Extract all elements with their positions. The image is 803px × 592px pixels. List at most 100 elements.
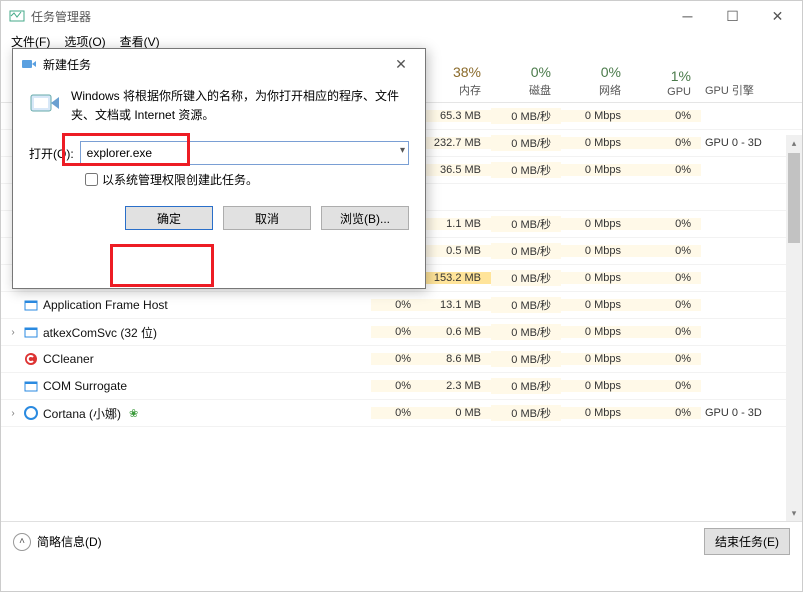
dialog-titlebar: 新建任务 ✕	[13, 49, 425, 79]
process-icon	[23, 324, 39, 340]
gpu-cell: 0%	[631, 380, 701, 392]
memory-cell: 232.7 MB	[421, 137, 491, 149]
run-icon	[21, 56, 37, 72]
minimize-button[interactable]: ─	[665, 2, 710, 30]
vertical-scrollbar[interactable]: ▴ ▾	[786, 135, 802, 521]
scroll-thumb[interactable]	[788, 153, 800, 243]
memory-cell: 65.3 MB	[421, 110, 491, 122]
network-cell: 0 Mbps	[561, 137, 631, 149]
footer: ˄ 简略信息(D) 结束任务(E)	[1, 521, 802, 561]
col-gpu-engine[interactable]: GPU 引擎	[701, 64, 802, 98]
admin-checkbox[interactable]	[85, 173, 98, 186]
gpu-cell: 0%	[631, 272, 701, 284]
process-name: Cortana (小娜)	[43, 405, 121, 422]
disk-label: 磁盘	[491, 82, 551, 98]
memory-cell: 0.5 MB	[421, 245, 491, 257]
memory-cell: 153.2 MB	[421, 272, 491, 284]
scroll-up-arrow[interactable]: ▴	[786, 135, 802, 151]
cpu-cell: 0%	[371, 299, 421, 311]
col-memory[interactable]: 38% 内存	[421, 64, 491, 98]
process-name: Application Frame Host	[43, 298, 168, 312]
brief-info-label[interactable]: 简略信息(D)	[37, 533, 102, 550]
network-cell: 0 Mbps	[561, 380, 631, 392]
disk-cell: 0 MB/秒	[491, 351, 561, 367]
disk-pct: 0%	[491, 64, 551, 80]
memory-cell: 1.1 MB	[421, 218, 491, 230]
network-cell: 0 Mbps	[561, 272, 631, 284]
window-title: 任务管理器	[31, 8, 665, 25]
cpu-cell: 0%	[371, 380, 421, 392]
col-disk[interactable]: 0% 磁盘	[491, 64, 561, 98]
titlebar: 任务管理器 ─ ☐ ✕	[1, 1, 802, 31]
col-gpu[interactable]: 1% GPU	[631, 68, 701, 98]
network-cell: 0 Mbps	[561, 110, 631, 122]
open-input[interactable]	[80, 141, 409, 165]
gpu-label: GPU	[631, 86, 691, 98]
gpu-cell: 0%	[631, 218, 701, 230]
disk-cell: 0 MB/秒	[491, 324, 561, 340]
disk-cell: 0 MB/秒	[491, 135, 561, 151]
network-pct: 0%	[561, 64, 621, 80]
new-task-dialog: 新建任务 ✕ Windows 将根据你所键入的名称，为你打开相应的程序、文件夹、…	[12, 48, 426, 289]
disk-cell: 0 MB/秒	[491, 270, 561, 286]
gpu-cell: 0%	[631, 245, 701, 257]
network-cell: 0 Mbps	[561, 326, 631, 338]
process-name: COM Surrogate	[43, 379, 127, 393]
memory-cell: 8.6 MB	[421, 353, 491, 365]
app-icon	[9, 8, 25, 24]
dialog-close-button[interactable]: ✕	[381, 50, 421, 78]
disk-cell: 0 MB/秒	[491, 216, 561, 232]
memory-cell: 2.3 MB	[421, 380, 491, 392]
dialog-title: 新建任务	[43, 56, 381, 73]
maximize-button[interactable]: ☐	[710, 2, 755, 30]
expand-icon[interactable]: ›	[7, 327, 19, 338]
process-name: atkexComSvc (32 位)	[43, 324, 157, 341]
process-icon	[23, 297, 39, 313]
memory-cell: 13.1 MB	[421, 299, 491, 311]
table-row[interactable]: ›CCleaner0%8.6 MB0 MB/秒0 Mbps0%	[1, 346, 802, 373]
network-cell: 0 Mbps	[561, 407, 631, 419]
dialog-buttons: 确定 取消 浏览(B)...	[13, 188, 425, 244]
process-name-cell: ›COM Surrogate	[1, 378, 371, 394]
dialog-message: Windows 将根据你所键入的名称，为你打开相应的程序、文件夹、文档或 Int…	[71, 87, 409, 125]
table-row[interactable]: ›Application Frame Host0%13.1 MB0 MB/秒0 …	[1, 292, 802, 319]
process-name-cell: › atkexComSvc (32 位)	[1, 324, 371, 341]
ok-button[interactable]: 确定	[125, 206, 213, 230]
gpu-pct: 1%	[631, 68, 691, 84]
network-cell: 0 Mbps	[561, 218, 631, 230]
process-icon	[23, 378, 39, 394]
dialog-body: Windows 将根据你所键入的名称，为你打开相应的程序、文件夹、文档或 Int…	[13, 79, 425, 188]
table-row[interactable]: ›atkexComSvc (32 位)0%0.6 MB0 MB/秒0 Mbps0…	[1, 319, 802, 346]
disk-cell: 0 MB/秒	[491, 378, 561, 394]
cpu-cell: 0%	[371, 326, 421, 338]
network-cell: 0 Mbps	[561, 353, 631, 365]
open-dropdown-icon[interactable]: ▾	[400, 145, 405, 156]
gpu-engine-label: GPU 引擎	[705, 82, 802, 98]
brief-info-toggle-icon[interactable]: ˄	[13, 533, 31, 551]
table-row[interactable]: ›COM Surrogate0%2.3 MB0 MB/秒0 Mbps0%	[1, 373, 802, 400]
table-row[interactable]: ›Cortana (小娜)❀0%0 MB0 MB/秒0 Mbps0%GPU 0 …	[1, 400, 802, 427]
process-icon	[23, 405, 39, 421]
process-name: CCleaner	[43, 352, 94, 366]
gpu-cell: 0%	[631, 137, 701, 149]
leaf-icon: ❀	[129, 407, 138, 420]
col-network[interactable]: 0% 网络	[561, 64, 631, 98]
cpu-cell: 0%	[371, 353, 421, 365]
memory-cell: 0 MB	[421, 407, 491, 419]
gpu-cell: 0%	[631, 299, 701, 311]
window-controls: ─ ☐ ✕	[665, 2, 800, 30]
cpu-cell: 0%	[371, 407, 421, 419]
admin-checkbox-label: 以系统管理权限创建此任务。	[102, 171, 258, 188]
process-name-cell: › Cortana (小娜) ❀	[1, 405, 371, 422]
network-label: 网络	[561, 82, 621, 98]
gpu-cell: 0%	[631, 407, 701, 419]
cancel-button[interactable]: 取消	[223, 206, 311, 230]
browse-button[interactable]: 浏览(B)...	[321, 206, 409, 230]
expand-icon[interactable]: ›	[7, 408, 19, 419]
disk-cell: 0 MB/秒	[491, 243, 561, 259]
disk-cell: 0 MB/秒	[491, 297, 561, 313]
scroll-down-arrow[interactable]: ▾	[786, 505, 802, 521]
network-cell: 0 Mbps	[561, 245, 631, 257]
close-button[interactable]: ✕	[755, 2, 800, 30]
end-task-button[interactable]: 结束任务(E)	[704, 528, 790, 555]
